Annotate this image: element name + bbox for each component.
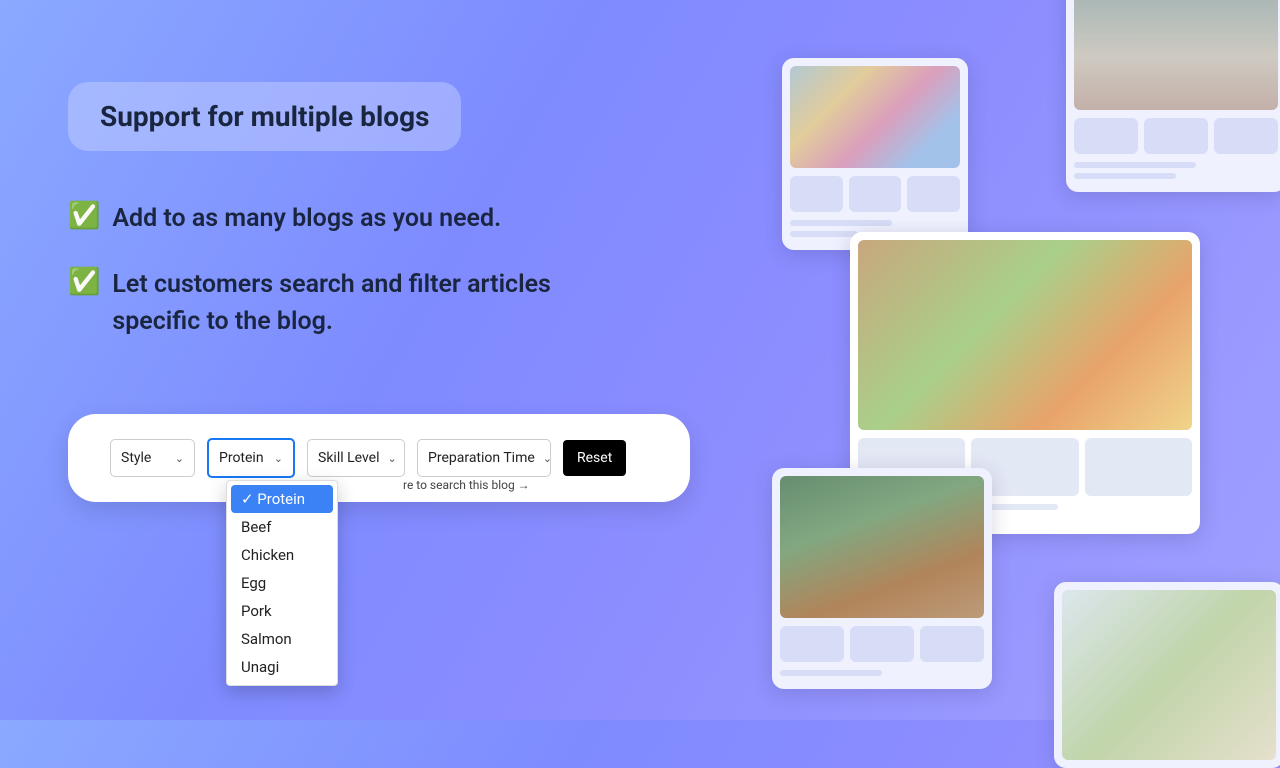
select-label: Style [121,450,151,466]
select-label: Preparation Time [428,450,535,466]
bullet-item: ✅ Add to as many blogs as you need. [68,200,628,238]
blog-card-swatches [782,58,968,250]
select-label: Protein [219,450,264,466]
thumb-row [790,176,960,212]
dropdown-item-egg[interactable]: Egg [231,569,333,597]
bullet-text: Add to as many blogs as you need. [112,200,501,238]
select-label: Skill Level [318,450,380,466]
dropdown-item-protein[interactable]: Protein [231,485,333,513]
check-icon: ✅ [68,266,100,300]
dropdown-item-chicken[interactable]: Chicken [231,541,333,569]
chevron-down-icon: ⌄ [175,452,184,465]
blog-card-drink [1054,582,1280,768]
thumb [1074,118,1138,154]
style-select[interactable]: Style ⌄ [110,439,195,477]
blog-card-plants [772,468,992,689]
thumb [1214,118,1278,154]
tline [1074,173,1176,179]
thumb [907,176,960,212]
thumb [780,626,844,662]
tline [790,220,892,226]
tline [1074,162,1196,168]
tline [780,670,882,676]
dropdown-item-salmon[interactable]: Salmon [231,625,333,653]
card-image [858,240,1192,430]
card-image [780,476,984,618]
check-icon: ✅ [68,200,100,234]
filter-panel: Style ⌄ Protein ⌄ Skill Level ⌄ Preparat… [68,414,690,502]
thumb [920,626,984,662]
thumb [1144,118,1208,154]
bullet-text: Let customers search and filter articles… [112,266,628,341]
text-lines [1074,162,1278,179]
filter-row: Style ⌄ Protein ⌄ Skill Level ⌄ Preparat… [110,438,648,478]
reset-button[interactable]: Reset [563,440,626,476]
dropdown-item-beef[interactable]: Beef [231,513,333,541]
thumb-row [780,626,984,662]
preparation-time-select[interactable]: Preparation Time ⌄ [417,439,551,477]
thumb [790,176,843,212]
chevron-down-icon: ⌄ [543,452,552,465]
chevron-down-icon: ⌄ [274,452,283,465]
text-lines [780,670,984,676]
tline [790,231,858,237]
thumb [850,626,914,662]
bullet-item: ✅ Let customers search and filter articl… [68,266,628,341]
thumb [1085,438,1192,496]
reset-label: Reset [577,450,612,466]
thumb-row [1074,118,1278,154]
page-title: Support for multiple blogs [100,100,429,133]
card-image [790,66,960,168]
thumb [849,176,902,212]
page-title-pill: Support for multiple blogs [68,82,461,151]
skill-level-select[interactable]: Skill Level ⌄ [307,439,405,477]
card-image [1074,0,1278,110]
dropdown-item-unagi[interactable]: Unagi [231,653,333,681]
protein-select[interactable]: Protein ⌄ [207,438,295,478]
chevron-down-icon: ⌄ [388,452,397,465]
card-image [1062,590,1276,760]
blog-card-books [1066,0,1280,192]
search-hint: re to search this blog [403,478,530,492]
feature-bullets: ✅ Add to as many blogs as you need. ✅ Le… [68,200,628,369]
protein-dropdown: Protein Beef Chicken Egg Pork Salmon Una… [226,480,338,686]
dropdown-item-pork[interactable]: Pork [231,597,333,625]
